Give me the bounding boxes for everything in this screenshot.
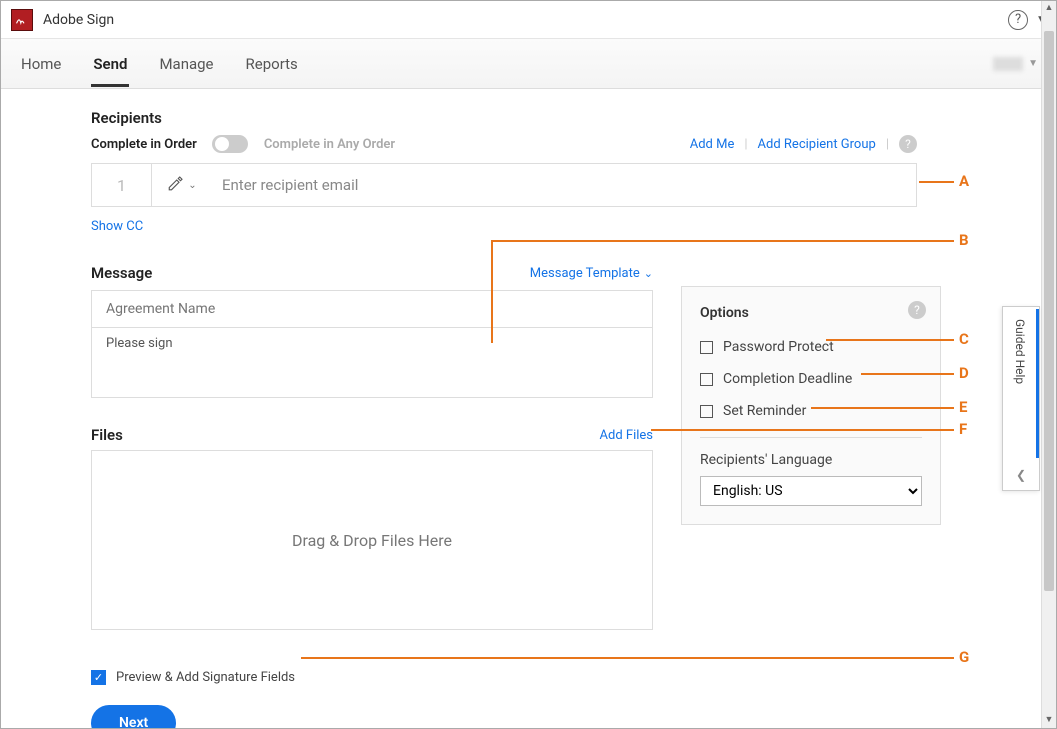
tab-reports[interactable]: Reports (244, 41, 300, 87)
app-title: Adobe Sign (43, 12, 1008, 28)
annotation-line (491, 240, 493, 343)
tab-send[interactable]: Send (91, 41, 129, 87)
password-protect-label: Password Protect (723, 339, 834, 355)
show-cc-link[interactable]: Show CC (91, 219, 941, 234)
scroll-down-arrow-icon[interactable]: ▼ (1042, 713, 1056, 728)
dropzone-label: Drag & Drop Files Here (292, 531, 452, 550)
tab-home[interactable]: Home (19, 41, 63, 87)
annotation-d: D (959, 364, 969, 382)
chevron-down-icon: ⌄ (188, 180, 196, 191)
complete-in-order-label: Complete in Order (91, 137, 197, 152)
set-reminder-option[interactable]: Set Reminder (700, 403, 922, 419)
adobe-sign-logo-icon (11, 9, 33, 31)
chevron-down-icon: ▼ (1028, 58, 1038, 69)
order-toggle[interactable] (212, 135, 248, 153)
annotation-line (301, 657, 954, 659)
options-help-icon[interactable]: ? (908, 301, 926, 319)
user-menu[interactable]: ▼ (993, 57, 1038, 71)
annotation-e: E (959, 398, 967, 416)
recipients-heading: Recipients (91, 109, 941, 127)
annotation-f: F (959, 420, 967, 438)
agreement-name-input[interactable] (92, 291, 652, 328)
annotation-b: B (959, 231, 969, 249)
annotation-line (826, 339, 954, 341)
scrollbar-thumb[interactable] (1044, 31, 1054, 591)
files-heading: Files (91, 426, 123, 444)
options-panel: ? Options Password Protect Completion De… (681, 286, 941, 525)
message-heading: Message (91, 264, 152, 282)
recipients-language-label: Recipients' Language (700, 452, 922, 468)
order-row: Complete in Order Complete in Any Order … (91, 135, 917, 153)
chevron-down-icon: ⌄ (644, 267, 653, 280)
add-recipient-group-link[interactable]: Add Recipient Group (758, 137, 876, 152)
preview-label: Preview & Add Signature Fields (116, 670, 295, 685)
pen-icon (167, 174, 185, 196)
help-icon[interactable]: ? (1008, 10, 1028, 30)
annotation-a: A (959, 172, 969, 190)
checkbox-icon[interactable] (700, 405, 713, 418)
files-dropzone[interactable]: Drag & Drop Files Here (91, 450, 653, 630)
main-nav: Home Send Manage Reports ▼ (1, 39, 1056, 89)
annotation-g: G (959, 648, 969, 666)
message-box: Please sign (91, 290, 653, 398)
vertical-scrollbar[interactable]: ▲ ▼ (1041, 1, 1056, 728)
recipient-row: 1 ⌄ (91, 163, 917, 207)
separator: | (886, 137, 889, 152)
recipient-order-number: 1 (92, 164, 152, 206)
set-reminder-label: Set Reminder (723, 403, 806, 419)
checkbox-icon[interactable] (700, 341, 713, 354)
scroll-up-arrow-icon[interactable]: ▲ (1042, 1, 1056, 16)
annotation-line (919, 181, 954, 183)
divider (700, 437, 922, 438)
recipient-email-input[interactable] (212, 164, 916, 206)
message-template-label: Message Template (530, 266, 640, 281)
title-bar: Adobe Sign ? ▼ (1, 1, 1056, 39)
annotation-c: C (959, 330, 969, 348)
user-name-blurred (993, 57, 1023, 71)
checkbox-checked-icon[interactable]: ✓ (91, 670, 106, 685)
tab-manage[interactable]: Manage (157, 41, 215, 87)
complete-any-order-label: Complete in Any Order (264, 137, 395, 152)
options-heading: Options (700, 305, 922, 321)
preview-signature-fields-option[interactable]: ✓ Preview & Add Signature Fields (91, 670, 941, 685)
annotation-line (491, 240, 954, 242)
annotation-line (651, 429, 954, 431)
message-template-link[interactable]: Message Template ⌄ (530, 266, 653, 281)
password-protect-option[interactable]: Password Protect (700, 339, 922, 355)
recipients-help-icon[interactable]: ? (899, 135, 917, 153)
language-select[interactable]: English: US (700, 476, 922, 506)
completion-deadline-label: Completion Deadline (723, 371, 852, 387)
next-button[interactable]: Next (91, 705, 176, 728)
separator: | (744, 137, 747, 152)
add-me-link[interactable]: Add Me (690, 137, 735, 152)
content-area: Recipients Complete in Order Complete in… (1, 89, 1041, 728)
add-files-link[interactable]: Add Files (600, 428, 653, 443)
annotation-line (861, 373, 954, 375)
recipient-role-selector[interactable]: ⌄ (152, 164, 212, 206)
message-body-input[interactable]: Please sign (92, 328, 652, 390)
annotation-line (811, 407, 954, 409)
checkbox-icon[interactable] (700, 373, 713, 386)
